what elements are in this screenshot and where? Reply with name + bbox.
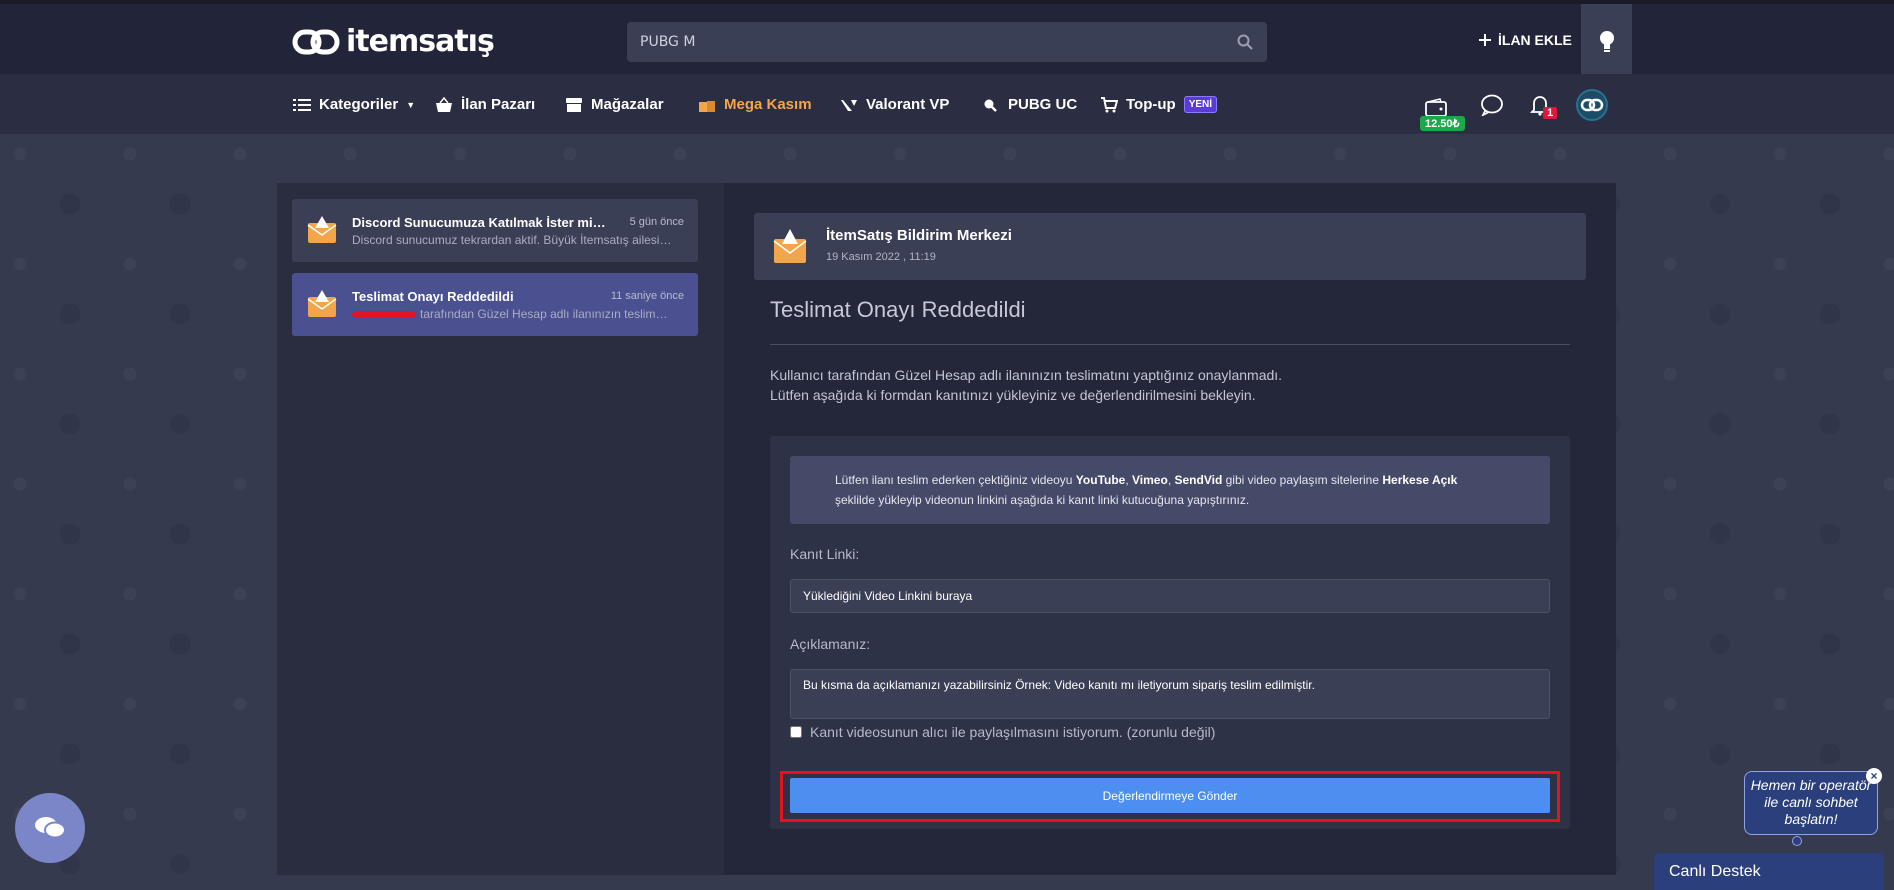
- notification-count-badge: 1: [1543, 107, 1558, 119]
- proof-form: Lütfen ilanı teslim ederken çektiğiniz v…: [770, 436, 1570, 829]
- proof-link-input[interactable]: [790, 579, 1550, 613]
- envelope-alert-icon: [307, 290, 337, 317]
- live-support-bar[interactable]: Canlı Destek: [1654, 853, 1884, 890]
- avatar[interactable]: [1576, 89, 1608, 121]
- top-bar: itemsatış İLAN EKLE: [0, 0, 1894, 78]
- basket-icon: [436, 96, 452, 112]
- notification-title: Discord Sunucumuza Katılmak İster misini…: [352, 215, 612, 230]
- submit-review-button[interactable]: Değerlendirmeye Gönder: [790, 778, 1550, 813]
- wallet-icon[interactable]: [1425, 98, 1447, 118]
- notification-desc-text: tarafından Güzel Hesap adlı ilanınızın t…: [420, 307, 672, 321]
- nav-label-listing-market: İlan Pazarı: [461, 96, 536, 113]
- notification-time: 11 saniye önce: [610, 290, 684, 302]
- info-sendvid: SendVid: [1174, 473, 1223, 487]
- theme-toggle-button[interactable]: [1581, 4, 1632, 78]
- nav-item-pubg-uc[interactable]: PUBG UC: [982, 96, 1077, 113]
- info-vimeo: Vimeo: [1132, 473, 1168, 487]
- cart-icon: [1101, 96, 1118, 112]
- info-sep: ,: [1125, 473, 1133, 487]
- chat-bubbles-icon: [35, 817, 66, 839]
- notification-detail: İtemSatış Bildirim Merkezi 19 Kasım 2022…: [724, 183, 1616, 875]
- detail-header: İtemSatış Bildirim Merkezi 19 Kasım 2022…: [754, 213, 1586, 280]
- nav-item-listing-market[interactable]: İlan Pazarı: [435, 96, 535, 113]
- plus-icon: [1479, 34, 1491, 46]
- tooltip-tail: [1792, 836, 1802, 846]
- info-public: Herkese Açık: [1382, 473, 1458, 487]
- nav-label-stores: Mağazalar: [591, 96, 664, 113]
- notification-time: 5 gün önce: [629, 216, 684, 228]
- nav-item-top-up[interactable]: Top-up YENİ: [1100, 96, 1218, 113]
- envelope-alert-icon: [773, 229, 807, 263]
- detail-subject: Teslimat Onayı Reddedildi: [770, 297, 1026, 322]
- detail-body: Kullanıcı tarafından Güzel Hesap adlı il…: [770, 365, 1282, 405]
- notification-item[interactable]: Teslimat Onayı Reddedildi 11 saniye önce…: [292, 273, 698, 336]
- search-bar: [627, 22, 1267, 62]
- live-support-tooltip[interactable]: Hemen bir operatör ile canlı sohbet başl…: [1744, 771, 1878, 835]
- divider: [770, 344, 1570, 345]
- chat-fab-button[interactable]: [15, 793, 85, 863]
- info-text: gibi video paylaşım sitelerine: [1222, 473, 1383, 487]
- redacted-username: [352, 311, 416, 319]
- search-icon[interactable]: [1236, 33, 1254, 51]
- nav-label-valorant-vp: Valorant VP: [866, 96, 950, 113]
- notification-title: Teslimat Onayı Reddedildi: [352, 289, 514, 304]
- nav-label-pubg-uc: PUBG UC: [1008, 96, 1078, 113]
- notification-list: Discord Sunucumuza Katılmak İster misini…: [277, 183, 724, 875]
- nav-label-categories: Kategoriler: [319, 96, 399, 113]
- logo-link-icon: [292, 29, 340, 54]
- body-line: Kullanıcı tarafından Güzel Hesap adlı il…: [770, 367, 1283, 383]
- nav-item-stores[interactable]: Mağazalar: [565, 96, 664, 113]
- list-icon: [293, 98, 311, 111]
- new-badge: YENİ: [1183, 96, 1218, 113]
- add-listing-label: İLAN EKLE: [1498, 32, 1572, 48]
- notification-item[interactable]: Discord Sunucumuza Katılmak İster misini…: [292, 199, 698, 262]
- search-input[interactable]: [640, 34, 1236, 50]
- proof-link-label: Kanıt Linki:: [790, 546, 860, 562]
- envelope-alert-icon: [307, 216, 337, 243]
- magnifier-icon: [984, 99, 997, 112]
- add-listing-button[interactable]: İLAN EKLE: [1478, 32, 1572, 48]
- nav-item-valorant-vp[interactable]: Valorant VP: [840, 96, 949, 113]
- info-text: şeklilde yükleyip videonun linkini aşağı…: [835, 493, 1250, 507]
- site-logo[interactable]: itemsatış: [292, 24, 495, 59]
- valorant-icon: [841, 99, 857, 111]
- notification-desc: Discord sunucumuz tekrardan aktif. Büyük…: [352, 233, 672, 247]
- nav-label-top-up: Top-up: [1126, 96, 1176, 113]
- logo-text: itemsatış: [346, 24, 495, 59]
- description-label: Açıklamanız:: [790, 636, 871, 652]
- lightbulb-icon: [1599, 31, 1614, 52]
- store-icon: [566, 97, 582, 112]
- share-video-label: Kanıt videosunun alıcı ile paylaşılmasın…: [810, 724, 1216, 740]
- caret-down-icon: ▼: [406, 99, 416, 110]
- info-youtube: YouTube: [1075, 473, 1126, 487]
- sender-name: İtemSatış Bildirim Merkezi: [826, 227, 1012, 244]
- chat-icon[interactable]: [1480, 94, 1504, 116]
- notification-desc: tarafından Güzel Hesap adlı ilanınızın t…: [352, 307, 672, 321]
- nav-item-categories[interactable]: Kategoriler ▼: [293, 96, 415, 113]
- close-icon[interactable]: ×: [1866, 768, 1882, 784]
- info-box: Lütfen ilanı teslim ederken çektiğiniz v…: [790, 456, 1550, 524]
- info-text: Lütfen ilanı teslim ederken çektiğiniz v…: [835, 473, 1076, 487]
- share-video-option[interactable]: Kanıt videosunun alıcı ile paylaşılmasın…: [790, 724, 1215, 740]
- nav-label-mega-november: Mega Kasım: [724, 96, 812, 113]
- sent-date: 19 Kasım 2022 , 11:19: [826, 251, 936, 263]
- user-logo-icon: [1580, 98, 1604, 112]
- wallet-balance[interactable]: 12.50₺: [1420, 116, 1465, 131]
- body-line: Lütfen aşağıda ki formdan kanıtınızı yük…: [770, 387, 1256, 403]
- nav-item-mega-november[interactable]: Mega Kasım: [698, 96, 812, 113]
- description-textarea[interactable]: [790, 669, 1550, 719]
- shopping-bags-icon: [699, 100, 715, 112]
- share-video-checkbox[interactable]: [790, 726, 802, 738]
